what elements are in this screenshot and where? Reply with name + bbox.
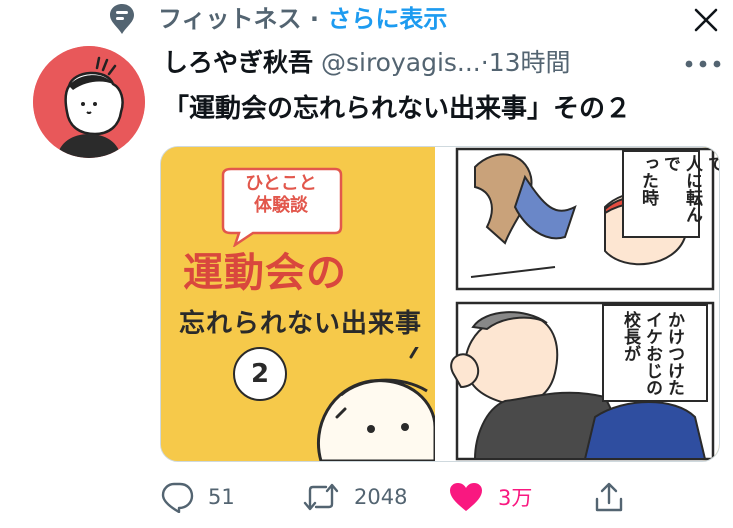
retweet-icon [303, 483, 339, 511]
tweet-header: しろやぎ秋吾 @siroyagis...·13時間 [163, 46, 571, 80]
reply-icon [161, 482, 194, 513]
comic-caption-bottom: かけつけた イケおじの 校長が [620, 311, 684, 396]
display-name[interactable]: しろやぎ秋吾 [163, 48, 313, 77]
cover-badge-text: ひとこと 体験談 [245, 173, 317, 216]
share-button[interactable] [594, 478, 624, 516]
context-line: フィットネス · さらに表示 [158, 4, 447, 34]
media-image-cover[interactable]: ひとこと 体験談 運動会の 忘れられない出来事 2 [161, 147, 435, 461]
timestamp[interactable]: 13時間 [489, 48, 571, 77]
heart-icon [450, 483, 482, 511]
context-label: フィットネス · [158, 5, 328, 33]
cover-number: 2 [233, 347, 287, 401]
reply-count: 51 [208, 485, 235, 509]
like-count: 3万 [498, 486, 533, 510]
avatar-illustration [33, 46, 145, 158]
share-icon [595, 482, 623, 512]
time-separator: · [480, 48, 489, 77]
cover-character-illustration [316, 347, 435, 461]
avatar[interactable] [33, 46, 145, 158]
retweet-button[interactable]: 2048 [302, 478, 407, 516]
comic-caption-top: とくじいて 人に転んで った時 [638, 155, 720, 223]
cover-title-line2: 忘れられない出来事 [179, 309, 423, 339]
close-icon[interactable] [692, 6, 720, 34]
tweet-media[interactable]: ひとこと 体験談 運動会の 忘れられない出来事 2 て 人に転んで った時 かけ… [160, 146, 720, 462]
like-button[interactable]: 3万 [448, 478, 532, 516]
handle[interactable]: @siroyagis... [321, 48, 481, 77]
cover-title-line1: 運動会の [183, 250, 347, 296]
tweet-text: 「運動会の忘れられない出来事」その２ [163, 94, 632, 124]
media-image-comic[interactable]: とくじいて 人に転んで った時 かけつけた イケおじの 校長が [435, 147, 719, 461]
reply-button[interactable]: 51 [160, 478, 235, 516]
show-more-link[interactable]: さらに表示 [327, 5, 447, 33]
more-icon[interactable] [683, 58, 723, 70]
topic-bubble-icon [110, 4, 134, 34]
retweet-count: 2048 [354, 485, 408, 509]
